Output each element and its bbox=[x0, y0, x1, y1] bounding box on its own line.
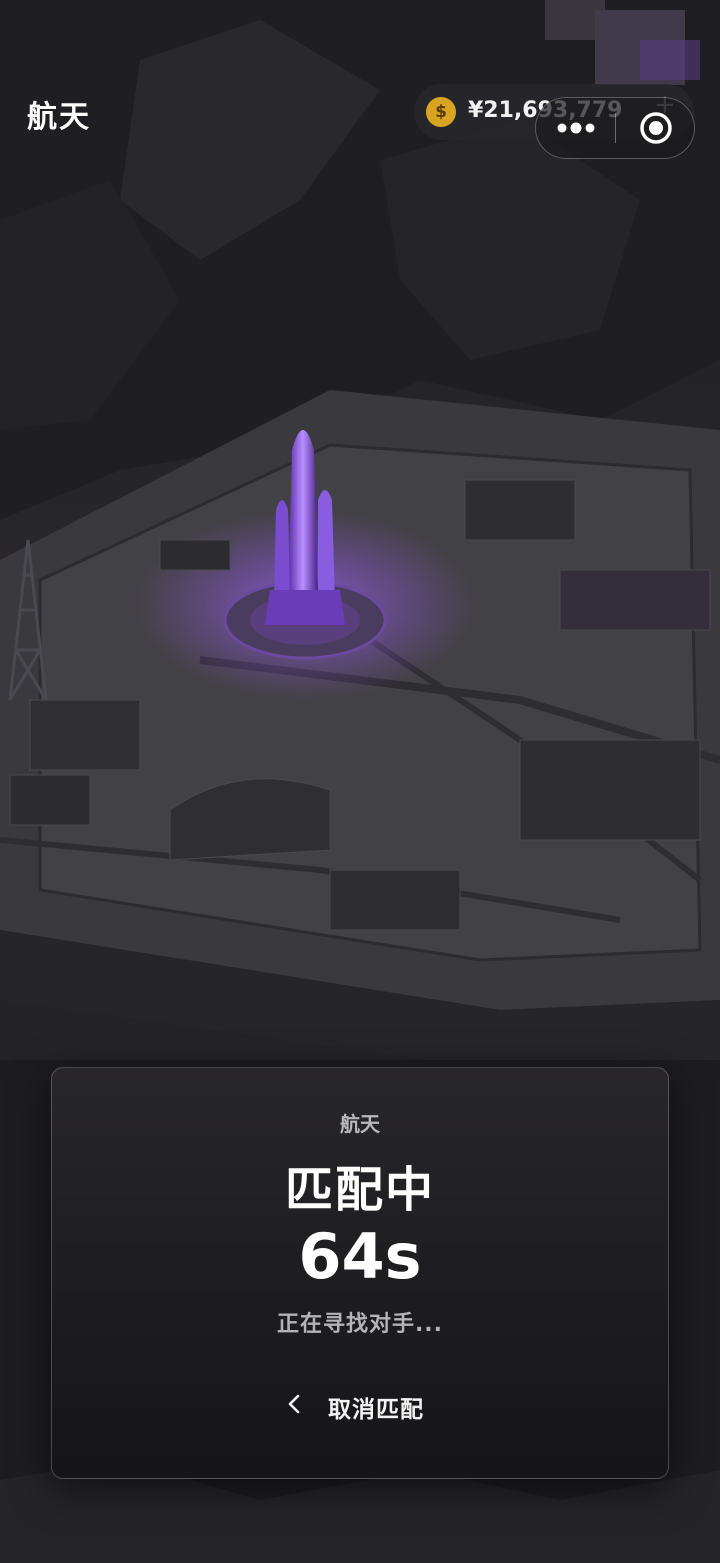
match-status: 匹配中 bbox=[284, 1162, 435, 1218]
building bbox=[559, 569, 711, 631]
cancel-match-label: 取消匹配 bbox=[328, 1397, 424, 1423]
chevron-left-icon bbox=[288, 1394, 300, 1414]
target-icon[interactable] bbox=[639, 111, 673, 145]
match-timer: 64s bbox=[298, 1220, 422, 1293]
search-hint: 正在寻找对手... bbox=[276, 1312, 444, 1337]
building bbox=[640, 40, 700, 80]
building bbox=[329, 869, 461, 931]
capsule-divider bbox=[615, 113, 616, 143]
game-mode-label: 航天 bbox=[340, 1112, 380, 1136]
building bbox=[464, 479, 576, 541]
dollar-coin-icon: $ bbox=[426, 97, 456, 127]
page-title: 航天 bbox=[27, 100, 91, 135]
menu-capsule bbox=[535, 97, 695, 159]
cancel-match-button[interactable]: 取消匹配 bbox=[272, 1382, 450, 1426]
building bbox=[29, 699, 141, 771]
matchmaking-dialog: 航天 匹配中 64s 正在寻找对手... 取消匹配 bbox=[51, 1067, 669, 1479]
building bbox=[519, 739, 701, 841]
more-dots-icon[interactable] bbox=[554, 118, 598, 138]
game-screen: 航天 $ ¥21,693,779 + 航天 匹配中 64s 正在寻找对手... … bbox=[0, 0, 720, 1563]
building bbox=[9, 774, 91, 826]
building bbox=[159, 539, 231, 571]
